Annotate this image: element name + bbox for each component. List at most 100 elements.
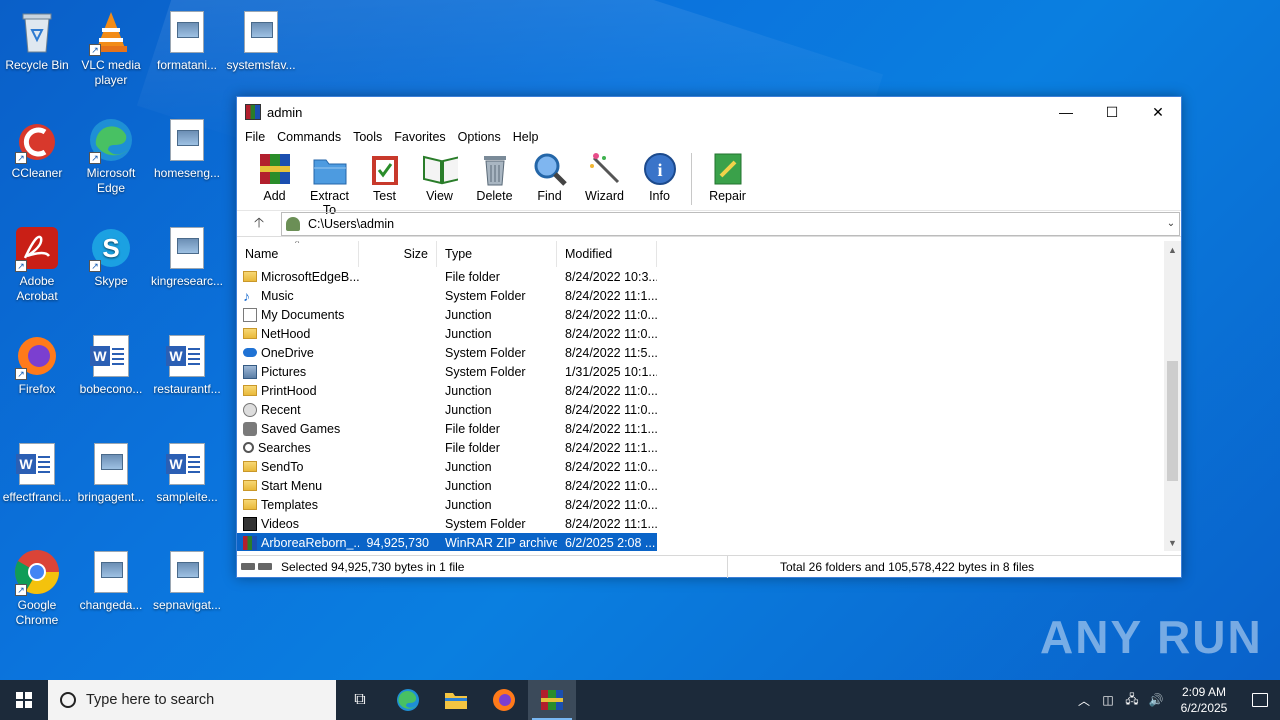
search-placeholder: Type here to search (86, 692, 215, 708)
desktop-icon-sampleite[interactable]: W sampleite... (150, 440, 224, 505)
column-type-header[interactable]: Type (437, 241, 557, 267)
view-button[interactable]: View (412, 151, 467, 203)
desktop-icon-systemsfav[interactable]: systemsfav... (224, 8, 298, 73)
user-folder-icon (286, 216, 300, 231)
desktop-icon-recycle-bin[interactable]: Recycle Bin (0, 8, 74, 73)
image-file-icon (163, 116, 211, 164)
file-row[interactable]: MicrosoftEdgeB... File folder 8/24/2022 … (237, 267, 1181, 286)
system-tray: ︿ ◫ 🖧 🔊 2:09 AM 6/2/2025 (1072, 680, 1280, 720)
menu-favorites[interactable]: Favorites (388, 130, 451, 144)
file-row[interactable]: Saved Games File folder 8/24/2022 11:1..… (237, 419, 1181, 438)
delete-button[interactable]: Delete (467, 151, 522, 203)
desktop-icon-bringagent[interactable]: bringagent... (74, 440, 148, 505)
edge-icon: ↗ (87, 116, 135, 164)
menu-help[interactable]: Help (507, 130, 545, 144)
notification-center-button[interactable] (1240, 693, 1280, 707)
start-button[interactable] (0, 680, 48, 720)
desktop-icon-effectfranci[interactable]: W effectfranci... (0, 440, 74, 505)
desktop-icon-restaurantf[interactable]: W restaurantf... (150, 332, 224, 397)
meet-now-icon[interactable]: ◫ (1096, 693, 1120, 707)
file-row[interactable]: Start Menu Junction 8/24/2022 11:0... (237, 476, 1181, 495)
notification-icon (1252, 693, 1268, 707)
search-icon (60, 692, 76, 708)
desktop-icon-label: sepnavigat... (152, 598, 222, 612)
clock[interactable]: 2:09 AM 6/2/2025 (1168, 684, 1240, 716)
file-row[interactable]: Templates Junction 8/24/2022 11:0... (237, 495, 1181, 514)
network-icon[interactable]: 🖧 (1120, 690, 1144, 711)
close-button[interactable]: ✕ (1135, 97, 1181, 127)
test-button[interactable]: Test (357, 151, 412, 203)
info-button[interactable]: i Info (632, 151, 687, 203)
file-row[interactable]: Videos System Folder 8/24/2022 11:1... (237, 514, 1181, 533)
desktop-icon-microsoft-edge[interactable]: ↗ Microsoft Edge (74, 116, 148, 196)
column-modified-header[interactable]: Modified (557, 241, 657, 267)
file-row[interactable]: ♪ Music System Folder 8/24/2022 11:1... (237, 286, 1181, 305)
file-list[interactable]: Name ^ Size Type Modified MicrosoftEdgeB… (237, 241, 1181, 551)
desktop-icon-skype[interactable]: S ↗ Skype (74, 224, 148, 289)
file-row-selected[interactable]: ArboreaReborn_... 94,925,730 WinRAR ZIP … (237, 533, 1181, 551)
file-row[interactable]: NetHood Junction 8/24/2022 11:0... (237, 324, 1181, 343)
maximize-button[interactable]: ☐ (1089, 97, 1135, 127)
image-file-icon (163, 8, 211, 56)
menu-file[interactable]: File (239, 130, 271, 144)
recent-clock-icon (243, 402, 257, 417)
column-size-header[interactable]: Size (359, 241, 437, 267)
taskbar-winrar[interactable] (528, 680, 576, 720)
file-row[interactable]: Pictures System Folder 1/31/2025 10:1... (237, 362, 1181, 381)
find-button[interactable]: Find (522, 151, 577, 203)
title-bar[interactable]: admin — ☐ ✕ (237, 97, 1181, 127)
scroll-down-arrow-icon[interactable]: ▼ (1164, 534, 1181, 551)
chevron-down-icon[interactable]: ⌄ (1163, 218, 1179, 229)
file-row[interactable]: SendTo Junction 8/24/2022 11:0... (237, 457, 1181, 476)
desktop-icon-google-chrome[interactable]: ↗ Google Chrome (0, 548, 74, 628)
file-row[interactable]: Recent Junction 8/24/2022 11:0... (237, 400, 1181, 419)
desktop-icon-formatani[interactable]: formatani... (150, 8, 224, 73)
path-field[interactable]: C:\Users\admin ⌄ (281, 211, 1180, 236)
taskbar-file-explorer[interactable] (432, 680, 480, 720)
taskbar-edge[interactable] (384, 680, 432, 720)
taskbar-search-box[interactable]: Type here to search (48, 680, 336, 720)
desktop-icon-changeda[interactable]: changeda... (74, 548, 148, 613)
menu-commands[interactable]: Commands (271, 130, 347, 144)
minimize-button[interactable]: — (1043, 97, 1089, 127)
column-name-header[interactable]: Name ^ (237, 241, 359, 267)
winrar-window[interactable]: admin — ☐ ✕ File Commands Tools Favorite… (236, 96, 1182, 578)
chevron-up-icon[interactable]: ︿ (1072, 692, 1096, 709)
wizard-button[interactable]: Wizard (577, 151, 632, 203)
vertical-scrollbar[interactable]: ▲ ▼ (1164, 241, 1181, 551)
file-row[interactable]: OneDrive System Folder 8/24/2022 11:5... (237, 343, 1181, 362)
volume-icon[interactable]: 🔊 (1144, 693, 1168, 707)
up-arrow-icon[interactable]: 🡡 (237, 212, 281, 236)
status-total: Total 26 folders and 105,578,422 bytes i… (727, 555, 1181, 578)
extract-to-button[interactable]: Extract To (302, 151, 357, 217)
desktop-icon-kingresearc[interactable]: kingresearc... (150, 224, 224, 289)
menu-tools[interactable]: Tools (347, 130, 388, 144)
word-document-icon: W (87, 332, 135, 380)
desktop-icon-ccleaner[interactable]: ↗ CCleaner (0, 116, 74, 181)
scroll-up-arrow-icon[interactable]: ▲ (1164, 241, 1181, 258)
desktop-icon-label: homeseng... (153, 166, 221, 180)
desktop-icon-bobecono[interactable]: W bobecono... (74, 332, 148, 397)
recycle-bin-icon (13, 8, 61, 56)
desktop-icon-label: Google Chrome (15, 598, 59, 627)
desktop-icon-label: CCleaner (11, 166, 63, 180)
desktop-icon-firefox[interactable]: ↗ Firefox (0, 332, 74, 397)
desktop-icon-vlc[interactable]: ↗ VLC media player (74, 8, 148, 88)
file-row[interactable]: Searches File folder 8/24/2022 11:1... (237, 438, 1181, 457)
file-row[interactable]: My Documents Junction 8/24/2022 11:0... (237, 305, 1181, 324)
desktop-icon-homeseng[interactable]: homeseng... (150, 116, 224, 181)
file-row[interactable]: PrintHood Junction 8/24/2022 11:0... (237, 381, 1181, 400)
taskbar-firefox[interactable] (480, 680, 528, 720)
add-button[interactable]: Add (247, 151, 302, 203)
drive-icon (241, 563, 255, 570)
drive-icons[interactable] (237, 563, 281, 570)
desktop-icon-adobe-acrobat[interactable]: ↗ Adobe Acrobat (0, 224, 74, 304)
folder-icon (243, 480, 257, 491)
task-view-button[interactable]: ⧉ (336, 680, 384, 720)
svg-text:i: i (657, 160, 662, 180)
anyrun-watermark: ANY RUN (1040, 611, 1263, 663)
desktop-icon-sepnavigat[interactable]: sepnavigat... (150, 548, 224, 613)
repair-button[interactable]: Repair (700, 151, 755, 203)
menu-options[interactable]: Options (452, 130, 507, 144)
scrollbar-thumb[interactable] (1167, 361, 1178, 481)
